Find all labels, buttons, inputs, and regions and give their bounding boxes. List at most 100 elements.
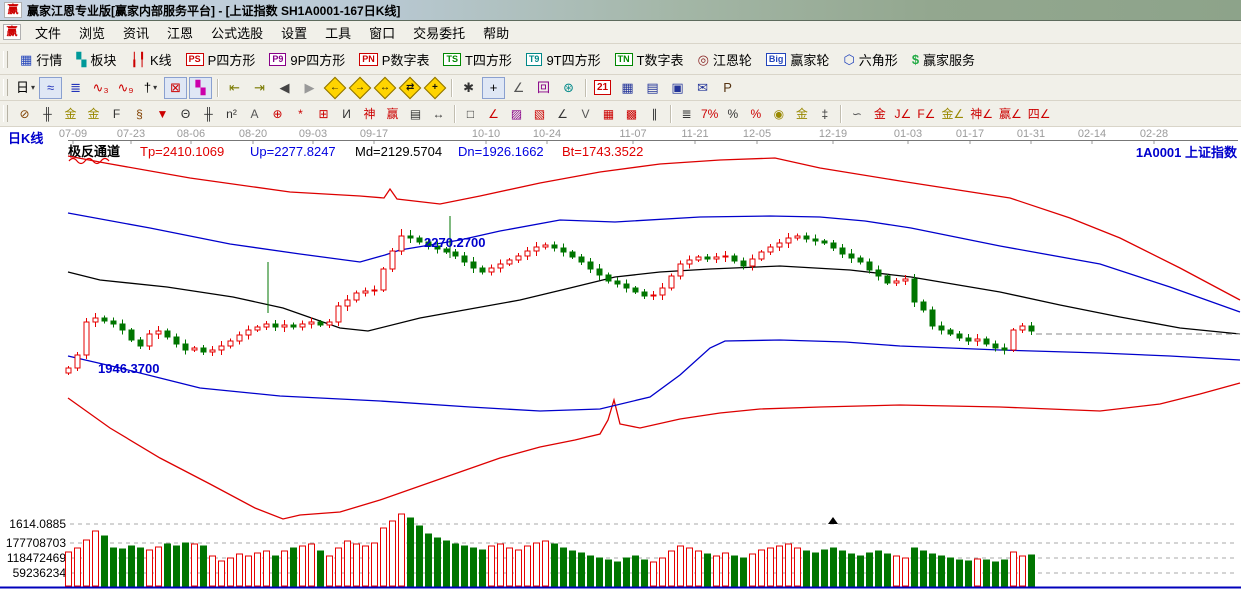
percent-h-tool[interactable]: % <box>745 104 766 124</box>
gold-angle-tool[interactable]: 金∠ <box>939 104 966 124</box>
ruler-tool[interactable]: ▤ <box>405 104 426 124</box>
clock-tool[interactable]: Θ <box>175 104 196 124</box>
menu-item-工具[interactable]: 工具 <box>316 23 360 44</box>
gann-box-button[interactable]: 回 <box>532 77 555 99</box>
sector-button[interactable]: ▚板块 <box>69 48 123 71</box>
menu-item-帮助[interactable]: 帮助 <box>474 23 518 44</box>
kline-chart-canvas[interactable]: 07-0907-2308-0608-2009-0309-1710-1010-24… <box>0 127 1241 590</box>
percent-tool[interactable]: % <box>722 104 743 124</box>
save-button[interactable]: ▣ <box>666 77 689 99</box>
t-square-button[interactable]: TST四方形 <box>436 48 518 71</box>
grid-arrow-tool[interactable]: ▩ <box>621 104 642 124</box>
wave-overlay-button[interactable]: ≈ <box>39 77 62 99</box>
spiral-tool[interactable]: § <box>129 104 150 124</box>
winner-service-button[interactable]: $赢家服务 <box>905 48 982 71</box>
menu-item-资讯[interactable]: 资讯 <box>114 23 158 44</box>
f-angle-tool[interactable]: F∠ <box>915 104 937 124</box>
nine-p-square-button[interactable]: P99P四方形 <box>262 48 352 71</box>
last-bar-button[interactable]: ⇥ <box>248 77 271 99</box>
diamond-hspan-button[interactable]: ↔ <box>373 77 396 99</box>
wave-ab-tool[interactable]: ∽ <box>846 104 867 124</box>
angle-a-tool[interactable]: A <box>244 104 265 124</box>
notes-button[interactable]: ≣ <box>64 77 87 99</box>
next-bar-button[interactable]: ▶ <box>298 77 321 99</box>
menu-item-设置[interactable]: 设置 <box>272 23 316 44</box>
rays-tool[interactable]: ∠ <box>552 104 573 124</box>
star-tool[interactable]: * <box>290 104 311 124</box>
menu-item-交易委托[interactable]: 交易委托 <box>404 23 474 44</box>
calendar-button[interactable]: 21 <box>591 77 614 99</box>
kline-button[interactable]: ╽╿K线 <box>123 48 178 71</box>
menu-item-文件[interactable]: 文件 <box>26 23 70 44</box>
ying-angle-tool[interactable]: 赢∠ <box>997 104 1024 124</box>
menu-item-公式选股[interactable]: 公式选股 <box>202 23 272 44</box>
toolbar-grip[interactable] <box>3 79 8 96</box>
ying-tool[interactable]: 赢 <box>382 104 403 124</box>
circle-cross-tool[interactable]: ⊕ <box>267 104 288 124</box>
diamond-expand-button[interactable]: + <box>423 77 446 99</box>
boxed-star-tool[interactable]: ⊞ <box>313 104 334 124</box>
draw-compass-tool[interactable]: ⊘ <box>14 104 35 124</box>
trendline-button[interactable]: ∠ <box>507 77 530 99</box>
crosshair-button[interactable]: + <box>482 77 505 99</box>
cycle-button[interactable]: ⊛ <box>557 77 580 99</box>
hexagon-button[interactable]: ⬡六角形 <box>836 48 904 71</box>
pattern-button[interactable]: ⊠ <box>164 77 187 99</box>
wave-mark-tool[interactable]: И <box>336 104 357 124</box>
shen-angle-tool[interactable]: 神∠ <box>968 104 995 124</box>
p-number-table-button[interactable]: PNP数字表 <box>352 48 436 71</box>
box-select-tool[interactable]: □ <box>460 104 481 124</box>
si-angle-tool[interactable]: 四∠ <box>1026 104 1053 124</box>
candle-style-button[interactable]: †▾ <box>139 77 162 99</box>
percent-line-tool[interactable]: 7% <box>699 104 720 124</box>
fan-box-tool[interactable]: ▨ <box>506 104 527 124</box>
wave-9-button[interactable]: ∿₉ <box>114 77 137 99</box>
first-bar-button[interactable]: ⇤ <box>223 77 246 99</box>
span-tool[interactable]: ↔ <box>428 104 449 124</box>
f-grid-tool[interactable]: F <box>106 104 127 124</box>
nine-t-square-button[interactable]: T99T四方形 <box>519 48 608 71</box>
diamond-compress-button[interactable]: ⇄ <box>398 77 421 99</box>
grid-lines-2-tool[interactable]: ╫ <box>198 104 219 124</box>
gann-fan-tool[interactable]: ∠ <box>483 104 504 124</box>
winner-wheel-button[interactable]: Big赢家轮 <box>759 48 837 71</box>
fan-box-filled-tool[interactable]: ▧ <box>529 104 550 124</box>
grid-red-tool[interactable]: ▦ <box>598 104 619 124</box>
n-square-tool[interactable]: n² <box>221 104 242 124</box>
diamond-left-button[interactable]: ← <box>323 77 346 99</box>
pan-hand-button[interactable]: ✱ <box>457 77 480 99</box>
toolbar-grip[interactable] <box>3 105 8 122</box>
t-number-table-button[interactable]: TNT数字表 <box>608 48 691 71</box>
note-pad-button[interactable]: ▤ <box>641 77 664 99</box>
calculator-button[interactable]: ▦ <box>616 77 639 99</box>
toolbar-grip[interactable] <box>3 51 8 68</box>
zigzag-tool[interactable]: V <box>575 104 596 124</box>
pin-tool[interactable]: ▼ <box>152 104 173 124</box>
stats-panel-tool[interactable]: ≣ <box>676 104 697 124</box>
period-selector[interactable]: 日▾ <box>14 77 37 99</box>
shen-tool[interactable]: 神 <box>359 104 380 124</box>
print-button[interactable]: P <box>716 77 739 99</box>
measure-tool[interactable]: ‡ <box>814 104 835 124</box>
mail-button[interactable]: ✉ <box>691 77 714 99</box>
j-angle-tool[interactable]: J∠ <box>892 104 913 124</box>
chart-area[interactable]: 07-0907-2308-0608-2009-0309-1710-1010-24… <box>0 127 1241 590</box>
wave-3-button[interactable]: ∿₃ <box>89 77 112 99</box>
menu-item-江恩[interactable]: 江恩 <box>158 23 202 44</box>
gann-wheel-button[interactable]: ◎江恩轮 <box>691 48 759 71</box>
menu-item-浏览[interactable]: 浏览 <box>70 23 114 44</box>
menu-item-窗口[interactable]: 窗口 <box>360 23 404 44</box>
histogram-button[interactable]: ▚ <box>189 77 212 99</box>
prev-bar-button[interactable]: ◀ <box>273 77 296 99</box>
title-bar[interactable]: 赢 赢家江恩专业版[赢家内部服务平台] - [上证指数 SH1A0001-167… <box>0 0 1241 21</box>
parallel-lines-tool[interactable]: ∥ <box>644 104 665 124</box>
gold-circle-tool[interactable]: ◉ <box>768 104 789 124</box>
gold-grid-2-tool[interactable]: 金 <box>83 104 104 124</box>
quote-button[interactable]: ▦行情 <box>13 48 69 71</box>
diamond-right-button[interactable]: → <box>348 77 371 99</box>
grid-lines-tool[interactable]: ╫ <box>37 104 58 124</box>
p-square-button[interactable]: PSP四方形 <box>179 48 263 71</box>
gold-lines-tool[interactable]: 金 <box>791 104 812 124</box>
gold-underline-tool[interactable]: 金 <box>869 104 890 124</box>
gold-grid-tool[interactable]: 金 <box>60 104 81 124</box>
